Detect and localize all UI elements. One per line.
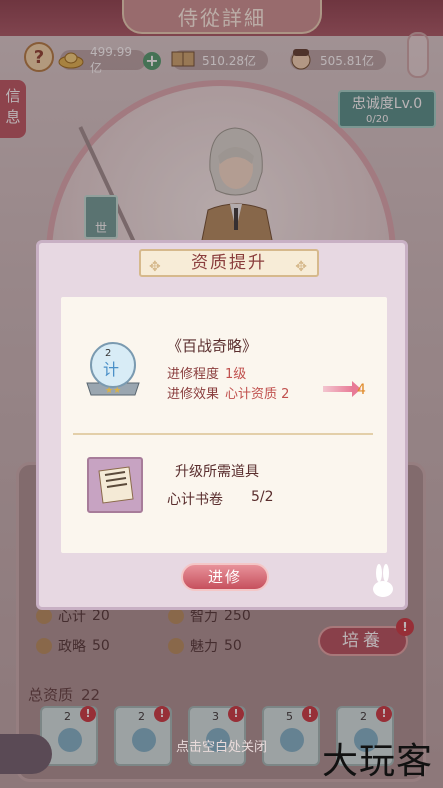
scroll-item-icon[interactable] [87,457,143,513]
progress-row: 进修程度 1级 [167,367,247,382]
effect-new-value: 4 [357,382,366,398]
divider [73,433,373,435]
svg-text:★★: ★★ [105,386,121,396]
item-count: 5/2 [251,489,274,505]
title-ornament-icon: ✥ [295,259,309,275]
book-name: 《百战奇略》 [167,337,258,355]
aptitude-upgrade-modal: ✥ 资质提升 ✥ 2 计 ★★ 《百战奇略》 进修程度 1级 进修效果 心计资质 2… [36,240,408,610]
book-skill-icon: 2 计 ★★ [86,342,140,396]
item-name: 心计书卷 [167,492,223,508]
arrow-right-icon [323,381,361,397]
svg-text:计: 计 [103,360,119,379]
required-items-title: 升级所需道具 [175,464,259,480]
title-ornament-icon: ✥ [149,259,163,275]
rabbit-icon [373,564,393,597]
effect-row: 进修效果 心计资质 2 [167,387,290,402]
modal-title: ✥ 资质提升 ✥ [139,249,319,277]
svg-text:2: 2 [105,348,111,359]
upgrade-button[interactable]: 进修 [181,563,269,591]
watermark-logo: 大玩客 [321,741,433,782]
